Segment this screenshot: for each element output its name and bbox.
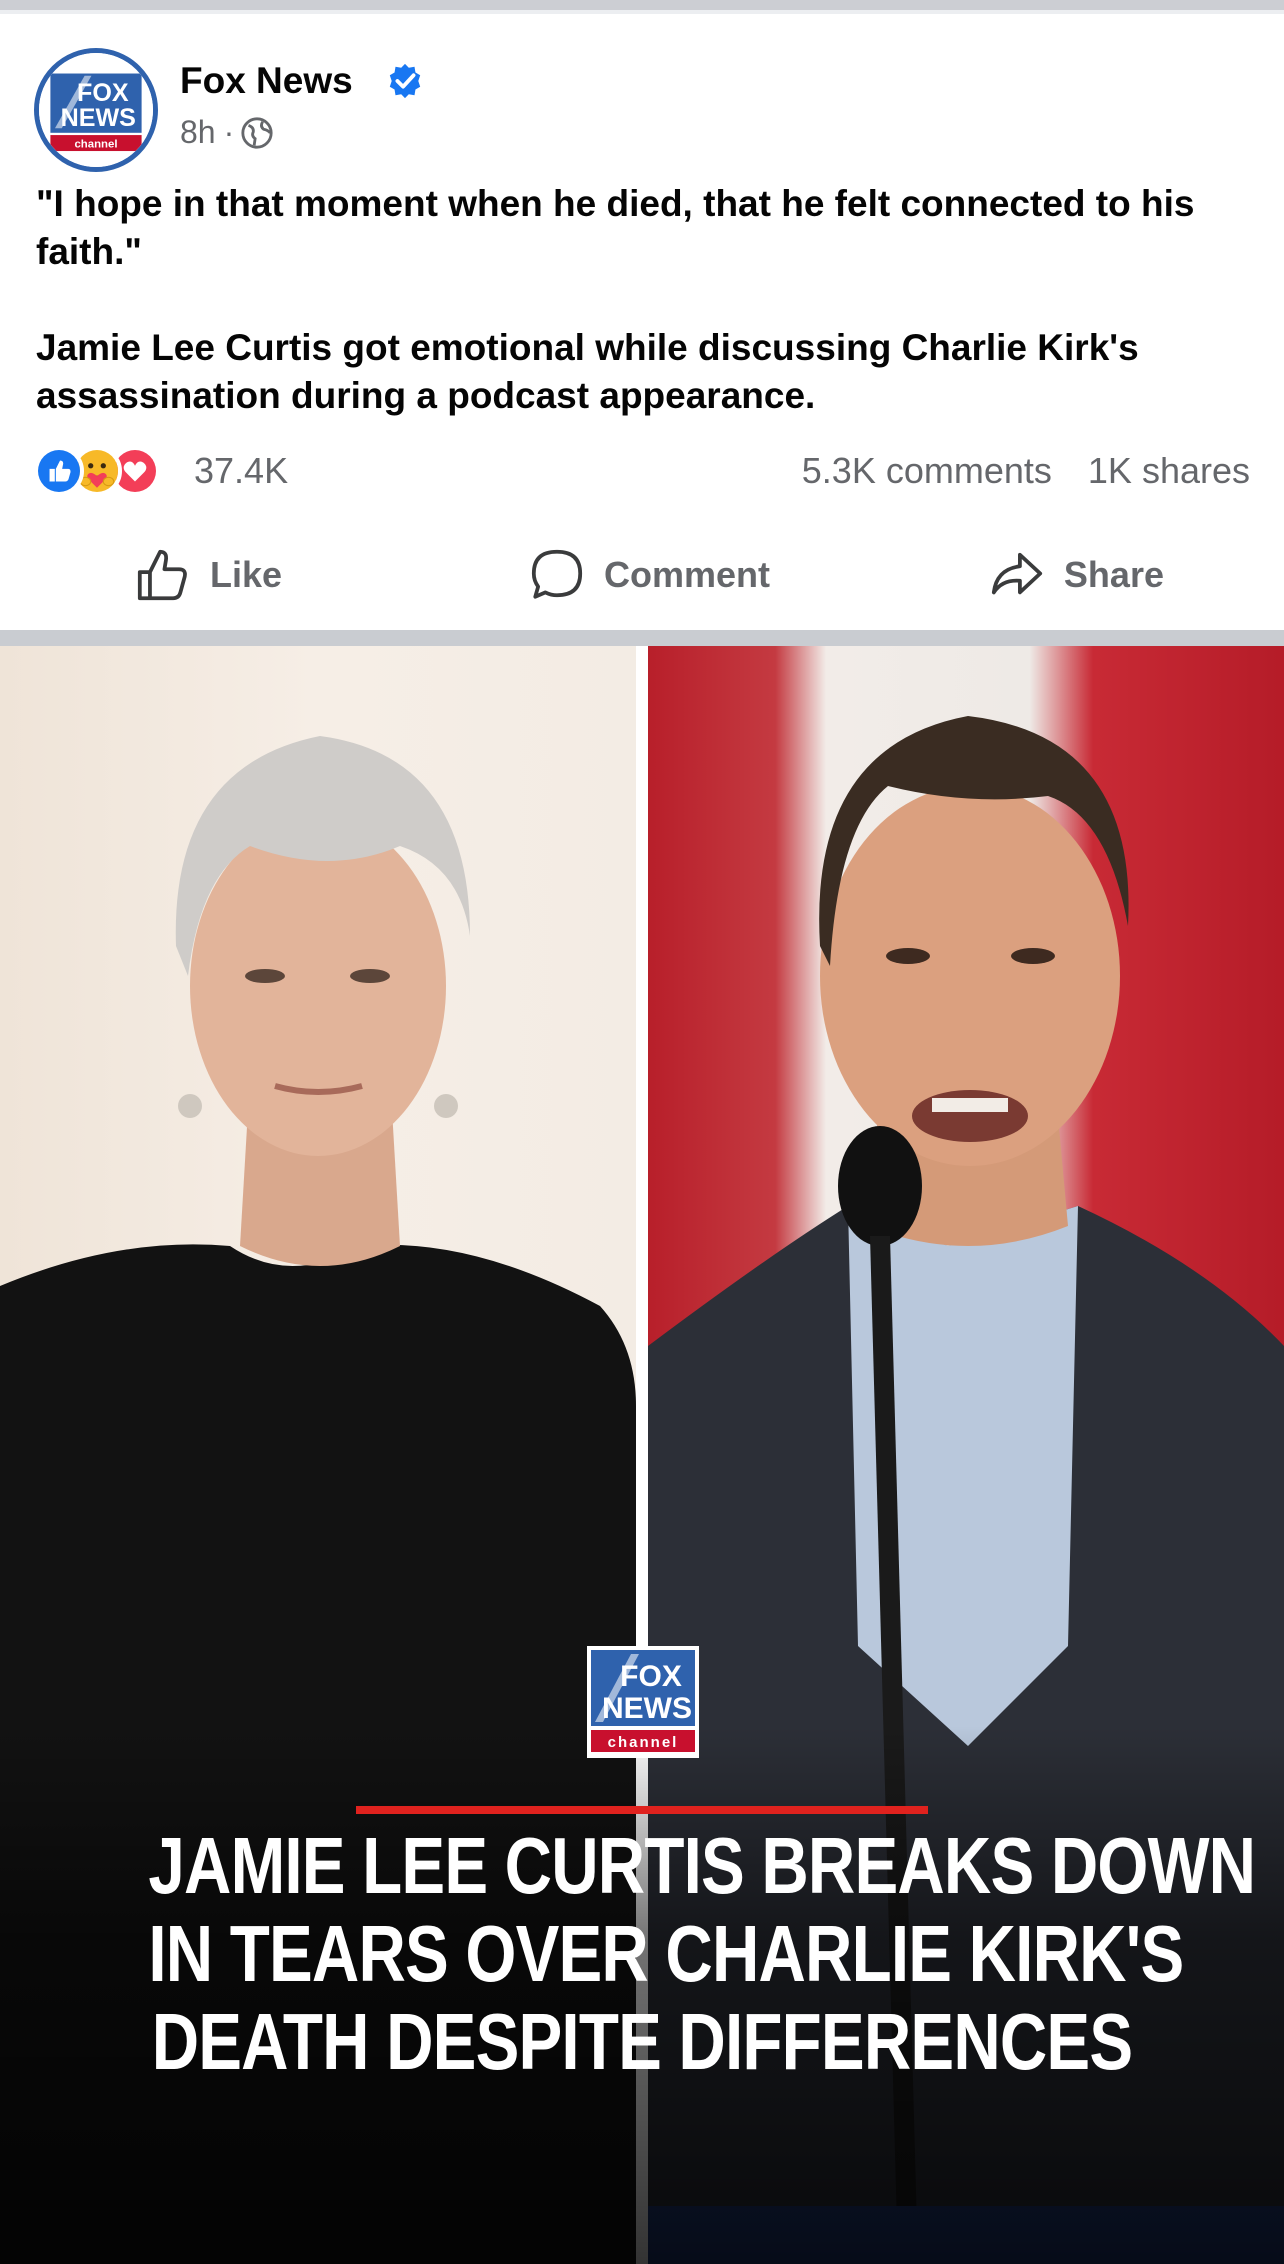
- thumbs-up-icon: [137, 549, 187, 601]
- comment-button[interactable]: Comment: [477, 530, 820, 620]
- comment-count[interactable]: 5.3K comments: [802, 450, 1052, 491]
- svg-text:NEWS: NEWS: [602, 1692, 692, 1725]
- share-arrow-icon: [991, 552, 1043, 595]
- avatar[interactable]: FOX NEWS channel: [34, 48, 158, 172]
- fox-news-logo-icon: FOX NEWS channel: [39, 53, 153, 167]
- engagement-counts: 5.3K comments 1K shares: [802, 450, 1250, 492]
- post-caption: "I hope in that moment when he died, tha…: [36, 180, 1256, 468]
- caption-quote: "I hope in that moment when he died, tha…: [36, 183, 1195, 272]
- meta-separator: ·: [223, 114, 235, 150]
- media-divider: [0, 630, 1284, 646]
- svg-text:channel: channel: [608, 1734, 679, 1751]
- share-button[interactable]: Share: [821, 530, 1284, 620]
- post-image[interactable]: FOX NEWS channel JAMIE LEE CURTIS BREAKS…: [0, 646, 1284, 2264]
- like-reaction-icon: [34, 446, 84, 496]
- like-button[interactable]: Like: [0, 530, 477, 620]
- headline-line-2: IN TEARS OVER CHARLIE KIRK'S: [148, 1909, 1184, 1998]
- page-name[interactable]: Fox News: [180, 60, 353, 102]
- reaction-count[interactable]: 37.4K: [194, 450, 288, 492]
- comment-label: Comment: [603, 554, 770, 595]
- share-label: Share: [1063, 554, 1164, 595]
- globe-icon: [241, 116, 273, 149]
- headline-red-rule: [356, 1806, 928, 1814]
- post-time[interactable]: 8h: [180, 114, 216, 151]
- headline-line-1: JAMIE LEE CURTIS BREAKS DOWN: [148, 1821, 1256, 1910]
- like-label: Like: [210, 554, 283, 595]
- verified-badge-icon: [389, 63, 421, 99]
- share-count[interactable]: 1K shares: [1088, 450, 1250, 491]
- post-header: FOX NEWS channel Fox News 8h ·: [0, 14, 1284, 172]
- action-bar: Like Comment Share: [0, 530, 1284, 620]
- svg-text:FOX: FOX: [77, 79, 129, 107]
- comment-icon: [531, 549, 583, 599]
- caption-body: Jamie Lee Curtis got emotional while dis…: [36, 327, 1139, 416]
- svg-text:channel: channel: [74, 139, 117, 151]
- post-meta: 8h ·: [180, 114, 274, 151]
- fox-news-channel-logo: FOX NEWS channel: [587, 1646, 699, 1758]
- reactions-row: 37.4K 5.3K comments 1K shares: [34, 446, 1250, 496]
- top-divider: [0, 0, 1284, 10]
- image-headline: JAMIE LEE CURTIS BREAKS DOWN IN TEARS OV…: [148, 1821, 1256, 2086]
- headline-line-3: DEATH DESPITE DIFFERENCES: [151, 1997, 1133, 2086]
- svg-text:NEWS: NEWS: [61, 104, 136, 132]
- reaction-icons[interactable]: [34, 446, 160, 496]
- svg-text:FOX: FOX: [620, 1660, 682, 1693]
